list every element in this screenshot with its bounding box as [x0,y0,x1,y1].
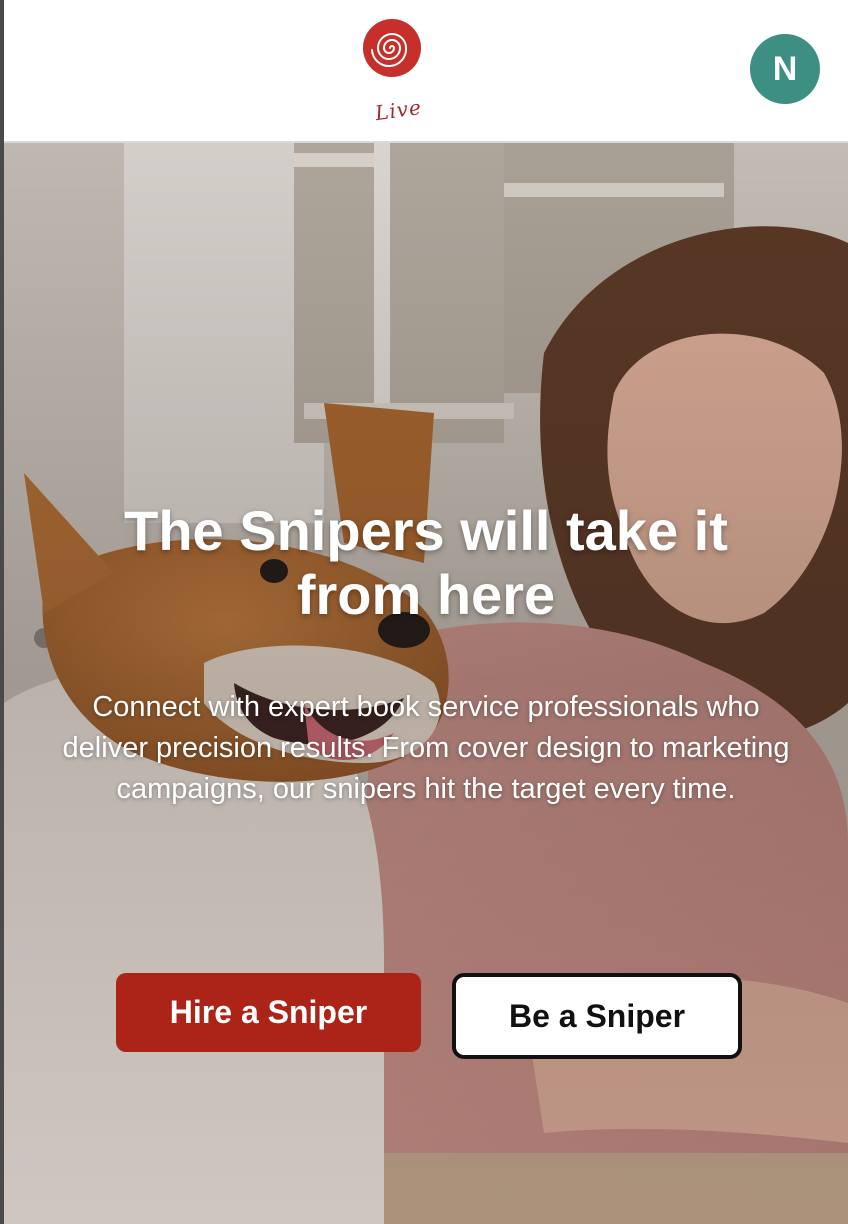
spiral-logo-icon [363,19,421,77]
hire-a-sniper-button[interactable]: Hire a Sniper [116,973,421,1052]
be-a-sniper-button[interactable]: Be a Sniper [452,973,742,1059]
top-header: Live N [4,0,848,143]
hero-title: The Snipers will take it from here [124,499,728,626]
logo-wordmark: Live [373,94,424,126]
hero-section: The Snipers will take it from here Conne… [4,143,848,1224]
logo[interactable]: Live [362,18,426,125]
hero-background-image [4,143,848,1224]
window-edge [0,0,4,1224]
hero-subtitle: Connect with expert book service profess… [62,691,790,805]
page: Live N The Snipers will take it from her… [0,0,848,1224]
user-avatar[interactable]: N [750,34,820,104]
